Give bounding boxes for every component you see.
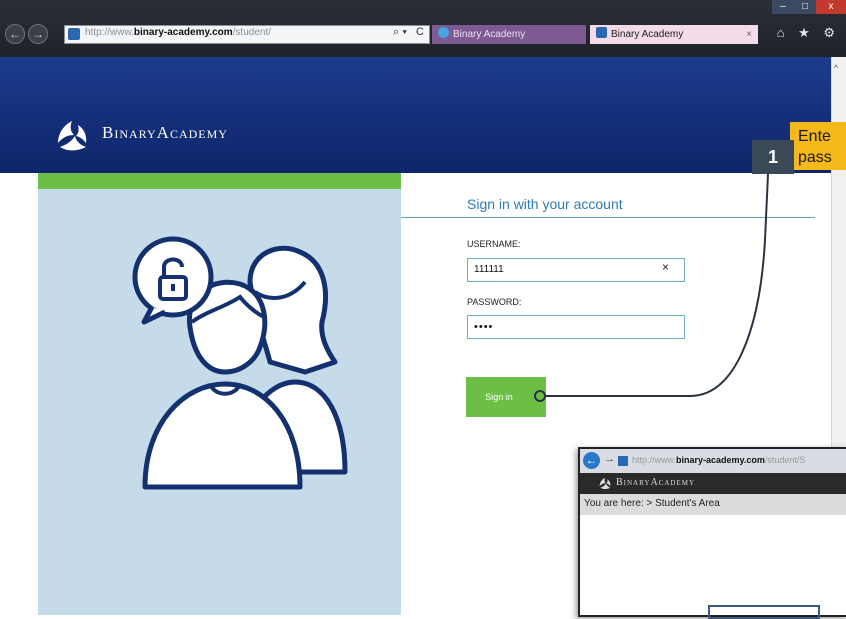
signin-title: Sign in with your account: [467, 196, 623, 212]
tab-favicon-icon: [596, 27, 607, 38]
minimize-button[interactable]: –: [772, 0, 794, 14]
navigation-bar: ← → http://www.binary-academy.com/studen…: [0, 22, 846, 46]
site-favicon-icon: [68, 28, 80, 40]
inset-screenshot: ← → http://www.binary-academy.com/studen…: [578, 447, 846, 619]
close-window-button[interactable]: x: [816, 0, 846, 14]
address-bar[interactable]: http://www.binary-academy.com/student/ ⌕…: [64, 25, 430, 44]
title-divider: [401, 217, 815, 218]
home-favorites-settings-icons[interactable]: ⌂ ★ ⚙: [777, 25, 840, 41]
back-button[interactable]: ←: [5, 24, 25, 44]
maximize-button[interactable]: □: [794, 0, 816, 14]
tab-binary-academy-1[interactable]: Binary Academy: [432, 25, 586, 44]
inset-back-button[interactable]: ←: [583, 452, 600, 469]
address-url[interactable]: http://www.binary-academy.com/student/: [85, 27, 271, 38]
tab-favicon-icon: [438, 27, 449, 38]
inset-address-url[interactable]: http://www.binary-academy.com/student/S: [632, 455, 805, 465]
window-controls: – □ x: [772, 0, 846, 14]
binary-academy-logo-icon: [58, 121, 87, 151]
tab-label: Binary Academy: [611, 29, 684, 40]
users-lock-illustration-icon: [132, 236, 348, 490]
browser-chrome: – □ x ← → http://www.binary-academy.com/…: [0, 0, 846, 57]
inset-logo-text: BinaryAcademy: [616, 477, 696, 488]
instruction-callout: Ente pass: [790, 122, 846, 170]
inset-breadcrumb: You are here: > Student's Area: [584, 498, 720, 509]
forward-button[interactable]: →: [28, 24, 48, 44]
tab-label: Binary Academy: [453, 29, 526, 40]
inset-outlined-box: [708, 605, 820, 619]
signin-button[interactable]: Sign in: [466, 377, 546, 417]
inset-breadcrumb-bar: You are here: > Student's Area: [580, 494, 846, 515]
inset-favicon-icon: [618, 456, 628, 466]
close-tab-icon[interactable]: ×: [746, 25, 752, 44]
username-label: USERNAME:: [467, 239, 521, 249]
tab-binary-academy-2[interactable]: Binary Academy ×: [590, 25, 758, 44]
site-header: BinaryAcademy: [0, 57, 846, 173]
step-number-badge: 1: [752, 140, 794, 174]
inset-navigation-bar: ← → http://www.binary-academy.com/studen…: [580, 449, 846, 473]
inset-forward-icon[interactable]: →: [604, 453, 615, 465]
search-dropdown-icon[interactable]: ⌕ ▾: [393, 26, 407, 39]
username-input[interactable]: 111111: [467, 258, 685, 282]
site-logo-text[interactable]: BinaryAcademy: [102, 123, 228, 143]
inset-logo-icon: [599, 477, 611, 490]
clear-input-icon[interactable]: ×: [662, 260, 669, 274]
password-label: PASSWORD:: [467, 297, 522, 307]
scroll-up-arrow-icon[interactable]: ^: [834, 63, 838, 73]
inset-site-header: BinaryAcademy: [580, 473, 846, 494]
refresh-icon[interactable]: C: [416, 26, 424, 38]
callout-text: Ente pass: [798, 128, 832, 166]
password-input[interactable]: ••••: [467, 315, 685, 339]
accent-bar: [38, 173, 401, 189]
